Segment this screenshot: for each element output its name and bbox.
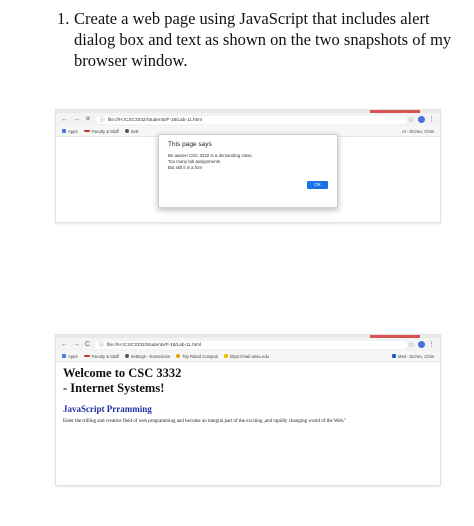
browser-screenshot-page: ← → C ⓘ file:///H:/CSC3332/Students/F-18… bbox=[56, 335, 440, 485]
back-arrow-icon[interactable]: ← bbox=[61, 116, 68, 123]
bookmark-faculty[interactable]: Faculty & Staff bbox=[83, 128, 119, 134]
gear-icon bbox=[124, 129, 129, 133]
bookmark-label: https://mail.wssu.edu bbox=[229, 353, 270, 359]
bookmark-wssu-mail[interactable]: https://mail.wssu.edu bbox=[223, 353, 270, 359]
page-subheading: JavaScript Prramming bbox=[63, 404, 152, 414]
heading-line-1: Welcome to CSC 3332 bbox=[63, 366, 182, 380]
outlook-icon bbox=[392, 354, 396, 358]
star-icon[interactable]: ☆ bbox=[408, 116, 414, 124]
dialog-title: This page says bbox=[168, 141, 212, 148]
page-heading: Welcome to CSC 3332 - Internet Systems! bbox=[63, 366, 433, 396]
bookmark-apps[interactable]: Apps bbox=[62, 354, 78, 359]
ok-button[interactable]: OK bbox=[307, 181, 328, 189]
bookmark-apps[interactable]: Apps bbox=[62, 129, 78, 134]
star-bookmark-icon bbox=[176, 354, 181, 358]
info-icon: ⓘ bbox=[99, 342, 105, 348]
bookmark-label: Apps bbox=[68, 353, 78, 359]
stop-icon[interactable]: ✕ bbox=[85, 116, 91, 123]
page-paragraph: Enter the trilling and creative field of… bbox=[63, 419, 347, 424]
dialog-line-3: But still it is a fun! bbox=[168, 165, 203, 170]
star-icon[interactable]: ☆ bbox=[408, 341, 414, 349]
gear-icon bbox=[124, 354, 129, 358]
url-field[interactable]: ⓘ file:///H:/CSC3332/Students/F-18/Lab-1… bbox=[95, 115, 407, 124]
url-text: file:///H:/CSC3332/Students/F-18/Lab-11.… bbox=[107, 117, 202, 122]
bookmark-label: Top Rated Computi bbox=[182, 353, 218, 359]
bookmark-label: Faculty & Staff bbox=[91, 353, 119, 359]
page-content: Welcome to CSC 3332 - Internet Systems! … bbox=[56, 362, 440, 430]
bookmark-faculty[interactable]: Faculty & Staff bbox=[83, 353, 119, 359]
bookmark-mail[interactable]: Mail - Dichev, Chris bbox=[392, 354, 434, 359]
info-icon: ⓘ bbox=[99, 117, 105, 123]
heading-line-2: - Internet Systems! bbox=[63, 381, 165, 395]
url-field[interactable]: ⓘ file:///H:/CSC3332/Students/F-18/Lab-1… bbox=[95, 340, 407, 349]
question-line-1: Create a web page using JavaScript that … bbox=[74, 9, 430, 28]
apps-icon bbox=[62, 354, 66, 358]
bookmark-settings[interactable]: Settings - Extensions bbox=[124, 353, 171, 359]
reload-icon[interactable]: C bbox=[85, 341, 90, 348]
forward-arrow-icon[interactable]: → bbox=[73, 116, 80, 123]
extension-icon[interactable] bbox=[418, 341, 425, 348]
question: 1. Create a web page using JavaScript th… bbox=[57, 8, 457, 71]
forward-arrow-icon[interactable]: → bbox=[73, 341, 80, 348]
bookmark-label: Apps bbox=[68, 128, 78, 134]
dialog-message: Be aware! CSC 3332 is a demanding class.… bbox=[168, 153, 253, 171]
browser-screenshot-alert: ← → ✕ ⓘ file:///H:/CSC3332/Students/F-18… bbox=[56, 110, 440, 222]
apps-icon bbox=[62, 129, 66, 133]
question-number: 1. bbox=[57, 9, 70, 28]
address-bar: ← → C ⓘ file:///H:/CSC3332/Students/F-18… bbox=[56, 338, 440, 351]
bookmark-label: Mail - Dichev, Chris bbox=[398, 353, 434, 359]
alert-dialog: This page says Be aware! CSC 3332 is a d… bbox=[158, 134, 338, 208]
mail-icon bbox=[223, 354, 228, 358]
bookmark-label: Sett bbox=[130, 128, 139, 134]
bookmarks-bar: Apps Faculty & Staff Settings - Extensio… bbox=[56, 351, 440, 362]
url-text: file:///H:/CSC3332/Students/F-18/Lab-11.… bbox=[107, 342, 202, 347]
question-line-3: browser window. bbox=[74, 51, 188, 70]
back-arrow-icon[interactable]: ← bbox=[61, 341, 68, 348]
bookmark-settings[interactable]: Sett bbox=[124, 128, 139, 134]
bookmark-label: Faculty & Staff bbox=[91, 128, 119, 134]
bookmark-top-rated[interactable]: Top Rated Computi bbox=[176, 354, 218, 359]
faculty-icon bbox=[83, 130, 90, 132]
question-text: Create a web page using JavaScript that … bbox=[57, 8, 457, 71]
question-line-2: dialog box and text as shown on the two … bbox=[74, 30, 452, 49]
bookmark-mail[interactable]: el - Dichev, Chris bbox=[402, 129, 434, 134]
bookmark-label: el - Dichev, Chris bbox=[402, 128, 434, 134]
menu-dots-icon[interactable]: ⋮ bbox=[428, 115, 435, 123]
menu-dots-icon[interactable]: ⋮ bbox=[428, 340, 435, 348]
bookmark-label: Settings - Extensions bbox=[130, 353, 171, 359]
faculty-icon bbox=[83, 355, 90, 357]
extension-icon[interactable] bbox=[418, 116, 425, 123]
address-bar: ← → ✕ ⓘ file:///H:/CSC3332/Students/F-18… bbox=[56, 113, 440, 126]
